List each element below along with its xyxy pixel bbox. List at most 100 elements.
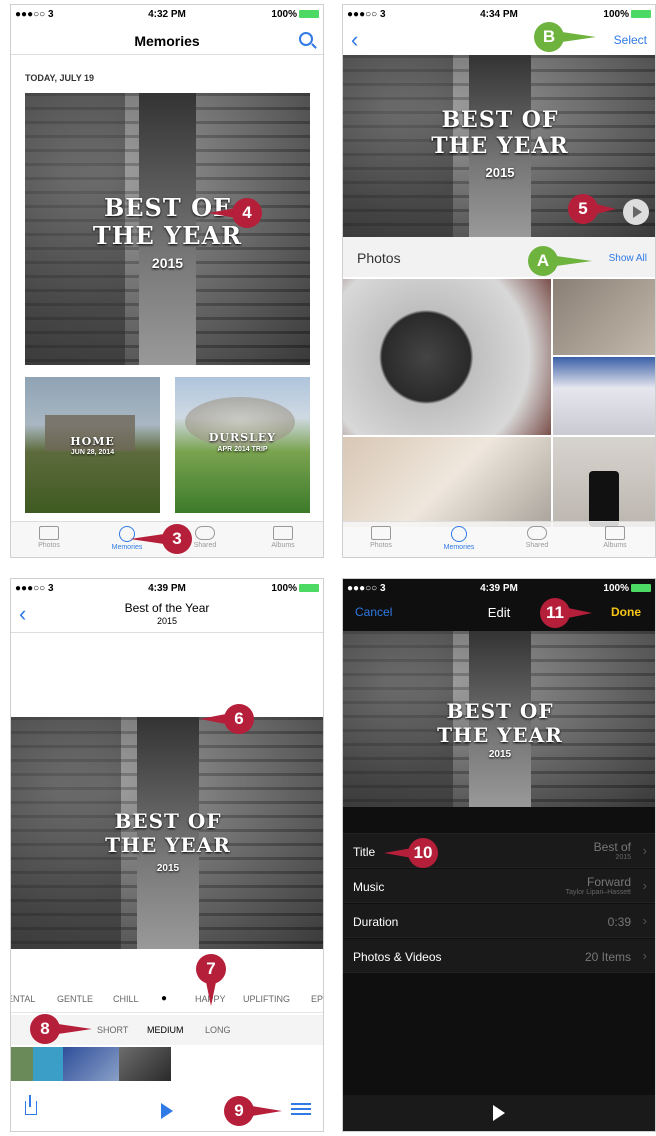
chevron-right-icon: › (642, 843, 647, 858)
row-value: 20 Items (584, 950, 631, 964)
memory-year: 2015 (488, 749, 512, 760)
mood-option[interactable]: EP (311, 994, 323, 1004)
title-preview: BEST OF THE YEAR 2015 (343, 631, 655, 807)
movie-subtitle: 2015 (156, 616, 178, 626)
nav-bar: ‹ Select (343, 25, 655, 55)
section-title: Photos (357, 250, 401, 266)
mood-option[interactable]: UPLIFTING (243, 994, 290, 1004)
tab-albums[interactable]: Albums (253, 526, 313, 549)
featured-memory-card[interactable]: BEST OF THE YEAR 2015 (25, 93, 310, 365)
select-button[interactable]: Select (614, 33, 647, 47)
memory-title-line2: THE YEAR (92, 221, 243, 250)
callout-pointer (206, 982, 216, 1006)
photo-thumbnail[interactable] (553, 279, 655, 355)
bottom-toolbar (343, 1095, 655, 1131)
adjust-settings-icon[interactable] (291, 1101, 311, 1117)
status-bar: ●●●○○ 3 4:39 PM 100% (11, 579, 323, 599)
memory-card-home[interactable]: HOME JUN 28, 2014 (25, 377, 160, 513)
page-title: Memories (134, 33, 200, 49)
tab-photos[interactable]: Photos (19, 526, 79, 549)
nav-bar: Memories (11, 25, 323, 55)
share-icon[interactable] (25, 1095, 37, 1115)
callout-pointer (130, 534, 164, 544)
play-button[interactable] (623, 199, 649, 225)
callout-7: 7 (196, 954, 226, 984)
status-bar: ●●●○○ 3 4:32 PM 100% (11, 5, 323, 25)
length-option-medium[interactable]: MEDIUM (147, 1025, 184, 1035)
movie-player[interactable]: BEST OF THE YEAR 2015 (11, 717, 323, 949)
photo-thumbnail[interactable] (553, 437, 655, 527)
back-chevron-icon[interactable]: ‹ (351, 29, 358, 51)
status-bar: ●●●○○ 3 4:39 PM 100% (343, 579, 655, 599)
memory-title-line1: BEST OF (103, 193, 232, 222)
callout-pointer (596, 204, 616, 214)
memory-year: 2015 (485, 165, 515, 180)
callout-pointer (58, 1024, 92, 1034)
memory-detail-screen: ●●●○○ 3 4:34 PM 100% ‹ Select BEST OF TH… (342, 4, 656, 558)
mood-option[interactable]: ENTAL (11, 994, 35, 1004)
memory-card-dursley[interactable]: DURSLEY APR 2014 TRIP (175, 377, 310, 513)
search-icon[interactable] (299, 32, 313, 46)
battery-icon (631, 584, 651, 593)
tab-photos[interactable]: Photos (351, 526, 411, 549)
mood-indicator-dot: ● (161, 993, 168, 1004)
filmstrip[interactable] (11, 1047, 171, 1081)
memory-movie-screen: ●●●○○ 3 4:39 PM 100% ‹ Best of the Year … (10, 578, 324, 1132)
battery-icon (299, 584, 319, 593)
callout-5: 5 (568, 194, 598, 224)
mood-option[interactable]: GENTLE (57, 994, 93, 1004)
play-icon[interactable] (493, 1105, 505, 1121)
memory-card-date: JUN 28, 2014 (70, 449, 115, 456)
row-value: Best of (593, 840, 631, 854)
play-icon (633, 206, 642, 218)
film-frame (119, 1047, 171, 1081)
memory-year: 2015 (156, 863, 180, 874)
row-label: Duration (353, 915, 399, 929)
photos-tab-icon (39, 526, 59, 540)
memories-screen: ●●●○○ 3 4:32 PM 100% Memories TODAY, JUL… (10, 4, 324, 558)
photo-thumbnail[interactable] (553, 357, 655, 435)
memory-card-date: APR 2014 TRIP (217, 446, 268, 453)
edit-row-photos-videos[interactable]: Photos & Videos 20 Items › (343, 939, 655, 973)
row-value: Forward (586, 875, 631, 889)
tab-bar: Photos Memories Shared Albums (343, 521, 655, 557)
memory-card-title: HOME (70, 435, 115, 448)
edit-row-music[interactable]: Music Forward Taylor Lipari–Hassett › (343, 869, 655, 903)
play-icon[interactable] (161, 1103, 173, 1119)
tab-shared[interactable]: Shared (507, 526, 567, 549)
battery-percent: 100% (603, 9, 629, 20)
photos-section-header: Photos Show All (343, 237, 655, 277)
chevron-right-icon: › (642, 948, 647, 963)
callout-8: 8 (30, 1014, 60, 1044)
edit-row-duration[interactable]: Duration 0:39 › (343, 904, 655, 938)
length-option-short[interactable]: SHORT (97, 1025, 128, 1035)
memory-year: 2015 (151, 255, 184, 271)
callout-10: 10 (408, 838, 438, 868)
memories-tab-icon (451, 526, 467, 542)
mood-selector[interactable]: ENTAL GENTLE CHILL ● HAPPY UPLIFTING EP (11, 985, 323, 1013)
callout-pointer (200, 714, 226, 724)
battery-percent: 100% (271, 583, 297, 594)
battery-icon (299, 10, 319, 19)
battery-percent: 100% (603, 583, 629, 594)
albums-tab-icon (605, 526, 625, 540)
callout-4: 4 (232, 198, 262, 228)
mood-option[interactable]: CHILL (113, 994, 139, 1004)
callout-pointer (568, 608, 592, 618)
done-button[interactable]: Done (611, 605, 641, 619)
length-option-long[interactable]: LONG (205, 1025, 231, 1035)
tab-memories[interactable]: Memories (429, 526, 489, 551)
callout-11: 11 (540, 598, 570, 628)
callout-3: 3 (162, 524, 192, 554)
row-label: Music (353, 880, 385, 894)
callout-pointer (562, 32, 596, 42)
albums-tab-icon (273, 526, 293, 540)
photo-thumbnail[interactable] (343, 437, 551, 527)
photo-thumbnail[interactable] (343, 279, 551, 435)
show-all-link[interactable]: Show All (609, 253, 647, 264)
section-date: TODAY, JULY 19 (25, 73, 95, 83)
film-frame (33, 1047, 63, 1081)
nav-bar: Cancel Edit Done (343, 599, 655, 629)
row-subvalue: 2015 (615, 854, 631, 861)
tab-albums[interactable]: Albums (585, 526, 645, 549)
